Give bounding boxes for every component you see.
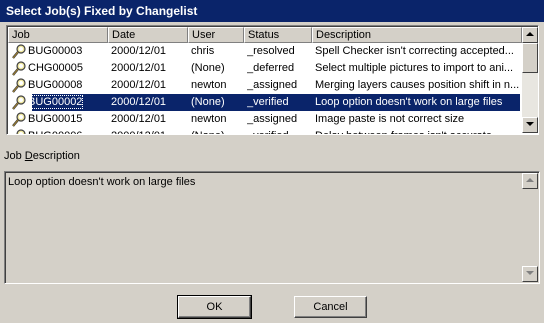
arrow-down-icon [526, 122, 534, 126]
cell-job: CHG00005 [8, 60, 108, 77]
cell-date: 2000/12/01 [111, 45, 167, 57]
job-description-label-suffix: escription [32, 150, 80, 162]
scroll-thumb[interactable] [522, 43, 538, 73]
scroll-up-button[interactable] [522, 27, 538, 43]
job-magnifier-icon [12, 44, 26, 59]
jobs-list-rows: BUG00003 2000/12/01 chris _resolved Spell Ch… [8, 43, 522, 134]
description-scrollbar[interactable] [522, 173, 538, 282]
job-id: BUG00008 [28, 79, 83, 91]
cell-job: BUG00015 [8, 111, 108, 128]
job-id: BUG00002 [26, 95, 84, 109]
cell-user: (None) [191, 62, 225, 74]
table-row[interactable]: CHG00005 2000/12/01 (None) _deferred Select … [8, 60, 522, 77]
cell-status: _assigned [247, 113, 298, 125]
arrow-down-icon [526, 271, 534, 275]
cell-job: BUG00008 [8, 77, 108, 94]
cell-job: BUG00003 [8, 43, 108, 60]
cell-status: _verified [247, 128, 311, 134]
cell-description: Merging layers causes position shift in … [315, 79, 520, 91]
job-magnifier-icon [12, 61, 26, 76]
job-description-text: Loop option doesn't work on large files [8, 176, 196, 188]
column-header-status[interactable]: Status [244, 27, 312, 43]
desc-scroll-down-button[interactable] [522, 266, 538, 282]
jobs-list[interactable]: Job Date User Status Description BUG0000… [6, 25, 539, 135]
job-id: CHG00005 [28, 62, 84, 74]
cell-date: 2000/12/01 [111, 128, 187, 134]
cell-date: 2000/12/01 [111, 113, 167, 125]
cell-status: _resolved [247, 45, 295, 57]
job-id: BUG00015 [28, 113, 83, 125]
jobs-list-scrollbar[interactable] [522, 27, 538, 133]
cell-date: 2000/12/01 [111, 96, 167, 108]
column-header-date[interactable]: Date [108, 27, 188, 43]
cell-description: Loop option doesn't work on large files [315, 96, 503, 108]
column-header-description[interactable]: Description [312, 27, 522, 43]
cell-job: BUG00002 [8, 94, 108, 111]
cell-user: (None) [191, 96, 225, 108]
job-magnifier-icon [12, 78, 26, 93]
cell-user: (None) [191, 128, 243, 134]
arrow-up-icon [526, 32, 534, 36]
job-description-label-prefix: Job [4, 150, 25, 162]
table-row[interactable]: BUG00008 2000/12/01 newton _assigned Merging… [8, 77, 522, 94]
job-id: BUG00003 [28, 45, 83, 57]
job-description-label-accel: D [24, 150, 33, 162]
cell-date: 2000/12/01 [111, 79, 167, 91]
cell-job: BUG00006 [8, 128, 108, 134]
job-description-box[interactable]: Loop option doesn't work on large files [4, 171, 540, 284]
window-title: Select Job(s) Fixed by Changelist [0, 0, 544, 22]
cell-date: 2000/12/01 [111, 62, 167, 74]
column-header-user[interactable]: User [188, 27, 244, 43]
cell-user: chris [191, 45, 215, 57]
cell-status: _deferred [247, 62, 295, 74]
job-magnifier-icon [16, 129, 26, 134]
table-row[interactable]: BUG00003 2000/12/01 chris _resolved Spell Ch… [8, 43, 522, 60]
table-row[interactable]: BUG00006 2000/12/01 (None) _verified Delay b… [8, 128, 522, 134]
job-magnifier-icon [12, 95, 26, 110]
cell-status: _verified [247, 96, 289, 108]
jobs-list-header: Job Date User Status Description [8, 27, 522, 43]
job-magnifier-icon [12, 112, 26, 127]
table-row[interactable]: BUG00015 2000/12/01 newton _assigned Image p… [8, 111, 522, 128]
arrow-up-icon [526, 178, 534, 182]
cell-description: Spell Checker isn't correcting accepted.… [315, 45, 514, 57]
cell-status: _assigned [247, 79, 298, 91]
column-header-job[interactable]: Job [8, 27, 108, 43]
cell-user: newton [191, 79, 227, 91]
scroll-down-button[interactable] [522, 117, 538, 133]
cell-description: Delay between frames isn't accurate [315, 128, 520, 134]
cell-description: Image paste is not correct size [315, 113, 465, 125]
ok-button[interactable]: OK [177, 295, 252, 319]
desc-scroll-up-button[interactable] [522, 173, 538, 189]
job-description-label: Job Description [4, 150, 80, 162]
cell-user: newton [191, 113, 227, 125]
table-row[interactable]: BUG00002 2000/12/01 (None) _verified Loop op… [8, 94, 522, 111]
job-id: BUG00006 [28, 130, 82, 134]
cancel-button[interactable]: Cancel [294, 296, 367, 318]
cell-description: Select multiple pictures to import to an… [315, 62, 514, 74]
